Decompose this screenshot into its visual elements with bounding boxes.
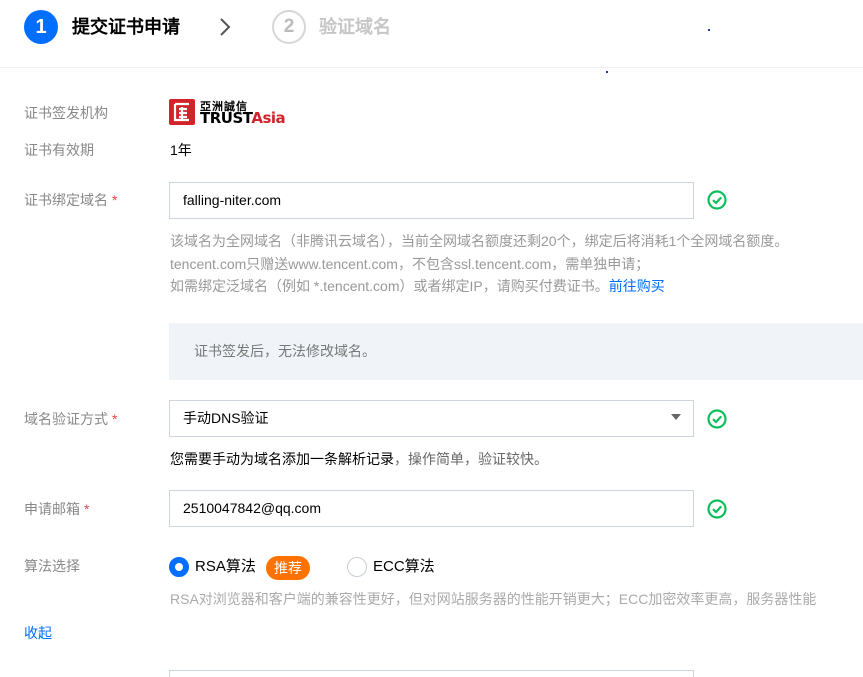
required-mark: * xyxy=(112,411,118,427)
buy-link[interactable]: 前往购买 xyxy=(609,278,665,294)
email-label: 申请邮箱 * xyxy=(24,499,89,519)
caret-down-icon[interactable] xyxy=(671,414,681,420)
algorithm-label: 算法选择 xyxy=(24,558,80,574)
email-label-text: 申请邮箱 xyxy=(24,501,80,517)
verify-method-select[interactable]: 手动DNS验证 xyxy=(169,400,694,437)
notice-box: 证书签发后，无法修改域名。 xyxy=(169,323,863,380)
logo-en-trust: TRUST xyxy=(200,109,252,127)
domain-hint-line3: 如需绑定泛域名（例如 *.tencent.com）或者绑定IP，请购买付费证书。… xyxy=(170,274,665,298)
notice-text: 证书签发后，无法修改域名。 xyxy=(194,343,376,359)
rsa-radio[interactable] xyxy=(169,557,189,577)
domain-label-text: 证书绑定域名 xyxy=(24,192,108,208)
verify-method-desc-muted: ，操作简单，验证较快。 xyxy=(394,451,548,467)
check-circle-icon xyxy=(707,499,727,519)
algorithm-hint: RSA对浏览器和客户端的兼容性更好，但对网站服务器的性能开销更大；ECC加密效率… xyxy=(170,591,817,607)
required-mark: * xyxy=(112,192,118,208)
logo-en-asia: Asia xyxy=(251,109,286,127)
next-field-input[interactable] xyxy=(169,670,694,677)
logo-en-text: TRUSTAsia xyxy=(200,109,286,127)
verify-method-desc-strong: 您需要手动为域名添加一条解析记录 xyxy=(170,451,394,467)
verify-method-label-text: 域名验证方式 xyxy=(24,411,108,427)
required-mark: * xyxy=(84,501,90,517)
domain-hint-line3-text: 如需绑定泛域名（例如 *.tencent.com）或者绑定IP，请购买付费证书。 xyxy=(170,278,609,294)
step-1-number: 1 xyxy=(24,10,58,44)
trustasia-logo: 亞洲誠信 TRUSTAsia xyxy=(169,99,299,127)
domain-hint-line2: tencent.com只赠送www.tencent.com，不包含ssl.ten… xyxy=(170,256,650,272)
validity-value: 1年 xyxy=(170,142,192,158)
steps-header: 1 提交证书申请 2 验证域名 xyxy=(0,0,863,68)
check-circle-icon xyxy=(707,190,727,210)
step-1-label: 提交证书申请 xyxy=(72,17,180,37)
decorative-dot xyxy=(606,71,608,73)
step-2-number: 2 xyxy=(272,10,306,44)
verify-method-desc: 您需要手动为域名添加一条解析记录，操作简单，验证较快。 xyxy=(170,448,548,470)
ecc-radio[interactable] xyxy=(347,557,367,577)
domain-hint-line1: 该域名为全网域名（非腾讯云域名），当前全网域名额度还剩20个，绑定后将消耗1个全… xyxy=(170,233,789,249)
ecc-radio-label[interactable]: ECC算法 xyxy=(373,557,435,577)
recommend-badge: 推荐 xyxy=(266,556,310,580)
domain-input[interactable]: falling-niter.com xyxy=(169,182,694,219)
trustasia-mark-icon xyxy=(169,99,195,125)
decorative-dot xyxy=(708,29,710,31)
issuer-label: 证书签发机构 xyxy=(24,105,108,121)
email-input[interactable]: 2510047842@qq.com xyxy=(169,490,694,527)
chevron-right-icon xyxy=(220,18,231,36)
check-circle-icon xyxy=(707,409,727,429)
verify-method-label: 域名验证方式 * xyxy=(24,409,117,429)
step-2-label: 验证域名 xyxy=(319,17,391,37)
validity-label: 证书有效期 xyxy=(24,142,94,158)
domain-label: 证书绑定域名 * xyxy=(24,190,117,210)
collapse-link[interactable]: 收起 xyxy=(24,623,52,643)
rsa-radio-label[interactable]: RSA算法 xyxy=(195,557,256,577)
